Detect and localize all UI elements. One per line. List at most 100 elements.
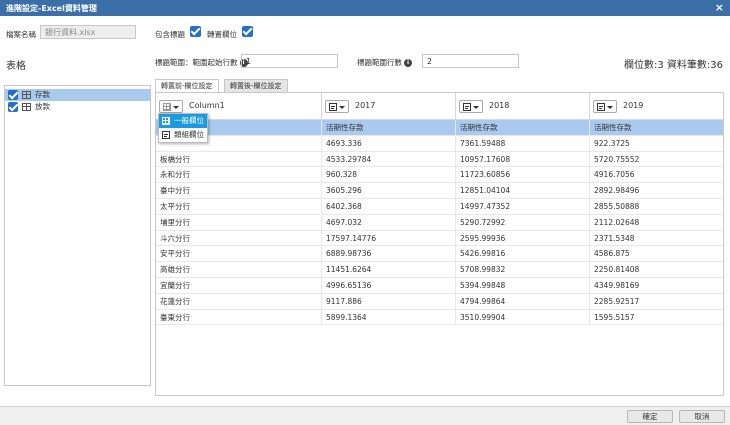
grid-body: 活期性存款 活期性存款 活期性存款 4693.336 7361.59488 922.372… [156, 120, 723, 326]
header-range-rows-label: 標題範圍行數 i [357, 57, 412, 68]
column-header: 2018 [456, 93, 590, 120]
column-name: 2018 [489, 101, 510, 110]
table-cell: 3605.296 [322, 183, 456, 198]
table-checkbox[interactable] [8, 90, 18, 100]
table-cell: 1595.5157 [594, 312, 635, 322]
table-cell: 17597.14776 [322, 230, 456, 246]
table-checkbox[interactable] [8, 102, 18, 112]
table-row: 埔里分行 4697.032 5290.72992 2112.02648 [156, 214, 723, 231]
chevron-down-icon [173, 106, 179, 109]
table-section-title: 表格 [6, 61, 26, 72]
table-cell: 板橋分行 [156, 151, 322, 167]
menu-item-label: 類組欄位 [174, 130, 204, 139]
table-cell: 5708.99832 [456, 262, 590, 277]
table-icon [22, 103, 31, 111]
table-cell: 922.3725 [594, 138, 630, 148]
column-header: 2019 [590, 93, 723, 120]
table-cell: 12851.04104 [456, 183, 590, 198]
table-cell: 永和分行 [156, 167, 322, 183]
table-cell: 臺中分行 [156, 183, 322, 198]
table-cell: 2112.02648 [594, 217, 640, 227]
table-cell: 14997.47352 [456, 198, 590, 214]
dialog-footer: 確定 取消 [0, 406, 730, 425]
number-icon [463, 103, 471, 111]
ok-button[interactable]: 確定 [627, 410, 673, 423]
cancel-button[interactable]: 取消 [679, 410, 725, 423]
table-row: 斗六分行 17597.14776 2595.99936 2371.5348 [156, 230, 723, 247]
table-cell: 2855.50888 [594, 201, 640, 211]
table-cell: 2285.92517 [594, 296, 640, 306]
table-item-label: 放款 [35, 102, 50, 111]
table-cell: 2371.5348 [594, 233, 635, 243]
table-cell: 6402.368 [322, 198, 456, 214]
table-cell: 4586.875 [594, 249, 630, 259]
table-cell: 4533.29784 [322, 151, 456, 167]
close-icon[interactable]: × [715, 1, 724, 14]
header-range-rows-input[interactable]: 2 [422, 54, 519, 68]
table-cell: 活期性存款 [456, 120, 590, 135]
column-type-row: 活期性存款 活期性存款 活期性存款 [156, 120, 723, 136]
menu-item-category-field[interactable]: 類組欄位 [159, 128, 207, 142]
table-cell: 5720.75552 [594, 154, 640, 164]
table-row: 板橋分行 4533.29784 10957.17608 5720.75552 [156, 151, 723, 168]
field-settings-panel: Column1 2017 2018 2019 活期性存款 活期性存款 活期性存款 46… [155, 92, 724, 396]
chevron-down-icon [607, 106, 613, 109]
table-cell: 960.328 [322, 167, 456, 183]
table-cell: 5290.72992 [456, 214, 590, 230]
column-name: 2019 [623, 101, 644, 110]
table-cell: 4794.99864 [456, 293, 590, 309]
table-cell: 4996.65136 [322, 277, 456, 293]
transpose-checkbox[interactable] [242, 26, 253, 37]
table-row: 宜蘭分行 4996.65136 5394.99848 4349.98169 [156, 277, 723, 294]
table-cell: 4349.98169 [594, 280, 640, 290]
filename-field: 銀行資料.xlsx [40, 25, 136, 39]
tab-after-transpose[interactable]: 轉置後-欄位設定 [224, 79, 288, 92]
table-cell: 埔里分行 [156, 214, 322, 230]
table-cell: 4697.032 [322, 214, 456, 230]
table-cell: 宜蘭分行 [156, 277, 322, 293]
table-cell: 5426.99816 [456, 246, 590, 262]
table-cell: 臺東分行 [156, 309, 322, 325]
table-cell: 2595.99936 [456, 230, 590, 246]
chevron-down-icon [473, 106, 479, 109]
include-header-label: 包含標題 [155, 30, 185, 39]
menu-item-general-field[interactable]: 一般欄位 [159, 114, 207, 128]
column-type-dropdown[interactable] [159, 100, 183, 113]
table-item-label: 存款 [35, 90, 50, 99]
table-row: 4693.336 7361.59488 922.3725 [156, 135, 723, 152]
include-header-checkbox[interactable] [190, 26, 201, 37]
table-cell: 花蓮分行 [156, 293, 322, 309]
table-row: 花蓮分行 9117.886 4794.99864 2285.92517 [156, 293, 723, 310]
summary-count: 欄位數:3 資料筆數:36 [624, 60, 724, 71]
table-row: 臺東分行 5899.1364 3510.99904 1595.5157 [156, 309, 723, 326]
category-icon [162, 131, 170, 139]
column-type-menu: 一般欄位 類組欄位 [158, 113, 208, 143]
table-cell: 5394.99848 [456, 277, 590, 293]
table-cell: 3510.99904 [456, 309, 590, 325]
number-icon [329, 103, 337, 111]
table-item-deposit[interactable]: 存款 [5, 89, 150, 101]
tab-before-transpose[interactable]: 轉置前-欄位設定 [155, 79, 219, 93]
chevron-down-icon [339, 106, 345, 109]
table-cell: 4693.336 [322, 135, 456, 151]
window-title: 進階設定-Excel資料管理 [6, 4, 97, 13]
table-cell: 2250.81408 [594, 265, 640, 275]
table-cell: 太平分行 [156, 198, 322, 214]
table-row: 安平分行 6889.98736 5426.99816 4586.875 [156, 246, 723, 263]
column-name: Column1 [189, 101, 225, 110]
table-item-loan[interactable]: 放款 [5, 101, 150, 113]
header-range-start-input[interactable]: 1 [241, 54, 338, 68]
column-type-dropdown[interactable] [459, 100, 483, 113]
table-cell: 11451.6264 [322, 262, 456, 277]
info-icon[interactable]: i [404, 59, 412, 67]
table-cell: 斗六分行 [156, 230, 322, 246]
filename-label: 檔案名稱 [6, 30, 36, 39]
menu-item-label: 一般欄位 [174, 116, 204, 125]
column-type-dropdown[interactable] [593, 100, 617, 113]
table-cell: 7361.59488 [456, 135, 590, 151]
column-type-dropdown[interactable] [325, 100, 349, 113]
table-cell: 活期性存款 [322, 120, 456, 135]
table-row: 高雄分行 11451.6264 5708.99832 2250.81408 [156, 262, 723, 278]
grid-icon [162, 117, 170, 125]
table-cell: 活期性存款 [594, 123, 632, 132]
